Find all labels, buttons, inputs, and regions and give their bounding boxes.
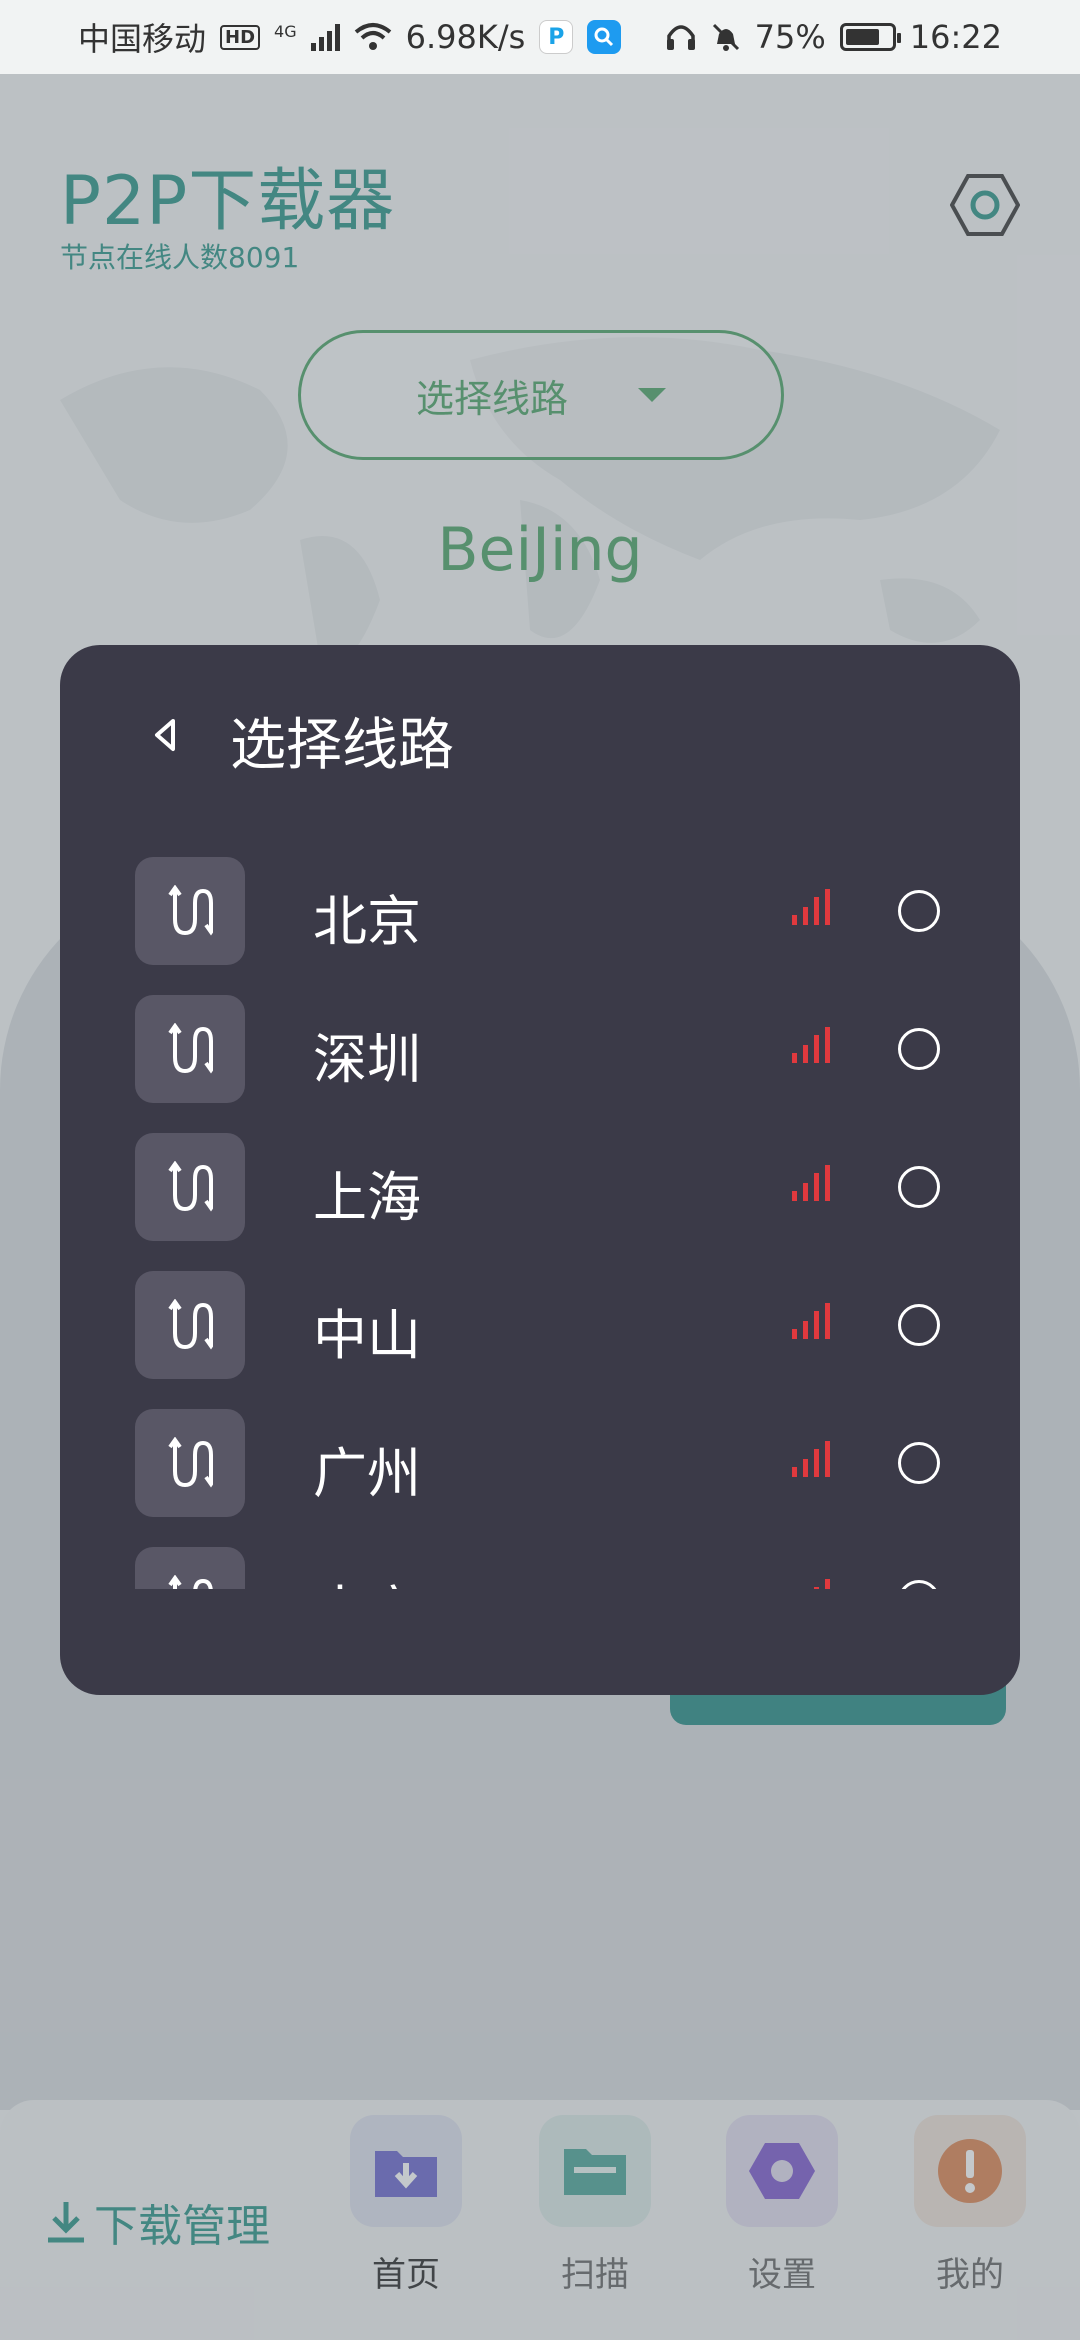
wifi-icon xyxy=(354,23,391,50)
route-list: 北京 深圳 上海 中山 广州 xyxy=(60,857,1020,1589)
route-item-nanning[interactable]: 南宁 xyxy=(60,1547,1020,1589)
route-name: 北京 xyxy=(313,890,421,953)
route-item-shenzhen[interactable]: 深圳 xyxy=(60,995,1020,1105)
route-name: 广州 xyxy=(313,1442,421,1505)
route-swap-icon xyxy=(135,1547,245,1589)
route-radio[interactable] xyxy=(898,1580,940,1589)
dialog-header: 选择线路 xyxy=(60,645,1020,825)
route-item-zhongshan[interactable]: 中山 xyxy=(60,1271,1020,1381)
signal-strength-icon xyxy=(792,1027,830,1063)
route-name: 中山 xyxy=(313,1304,421,1367)
mute-bell-icon xyxy=(712,23,739,51)
route-swap-icon xyxy=(135,1409,245,1517)
carrier-text: 中国移动 xyxy=(78,20,207,58)
network-type: 4G xyxy=(274,22,297,41)
back-icon[interactable] xyxy=(144,713,184,757)
route-radio[interactable] xyxy=(898,1304,940,1346)
search-app-icon xyxy=(587,20,622,54)
route-name: 南宁 xyxy=(313,1567,421,1589)
route-swap-icon xyxy=(135,1133,245,1241)
battery-percent: 75% xyxy=(754,18,826,56)
route-name: 深圳 xyxy=(313,1028,421,1091)
route-item-beijing[interactable]: 北京 xyxy=(60,857,1020,967)
signal-strength-icon xyxy=(792,889,830,925)
route-swap-icon xyxy=(135,1271,245,1379)
route-item-shanghai[interactable]: 上海 xyxy=(60,1133,1020,1243)
route-name: 上海 xyxy=(313,1166,421,1229)
battery-icon xyxy=(839,23,901,51)
route-radio[interactable] xyxy=(898,1166,940,1208)
dialog-title: 选择线路 xyxy=(230,713,454,778)
net-speed: 6.98K/s xyxy=(405,18,526,56)
clock: 16:22 xyxy=(909,18,1002,56)
route-dialog: 选择线路 北京 深圳 上海 中山 广州 xyxy=(60,645,1020,1695)
signal-strength-icon xyxy=(792,1441,830,1477)
p-app-icon: P xyxy=(539,20,574,54)
status-bar: 中国移动 HD 4G 6.98K/s P 75% 16:22 xyxy=(0,0,1080,74)
route-radio[interactable] xyxy=(898,1028,940,1070)
hd-badge: HD xyxy=(220,24,261,50)
route-radio[interactable] xyxy=(898,1442,940,1484)
route-swap-icon xyxy=(135,857,245,965)
cell-signal-icon xyxy=(310,23,340,51)
route-item-guangzhou[interactable]: 广州 xyxy=(60,1409,1020,1519)
route-swap-icon xyxy=(135,995,245,1103)
signal-strength-icon xyxy=(814,1579,830,1589)
headphones-icon xyxy=(666,25,695,50)
signal-strength-icon xyxy=(792,1165,830,1201)
route-radio[interactable] xyxy=(898,890,940,932)
signal-strength-icon xyxy=(792,1303,830,1339)
